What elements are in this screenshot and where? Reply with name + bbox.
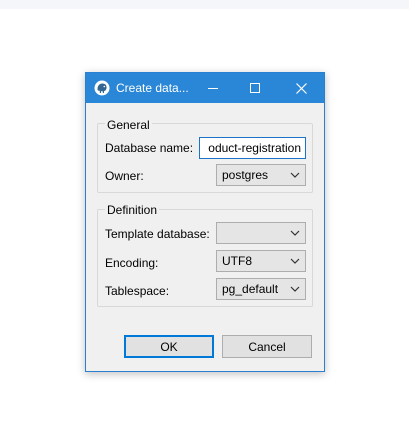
chevron-down-icon [290, 258, 300, 264]
encoding-value: UTF8 [222, 254, 252, 268]
owner-select[interactable]: postgres [216, 164, 306, 186]
encoding-select[interactable]: UTF8 [216, 250, 306, 272]
general-legend: General [105, 118, 152, 132]
tablespace-label: Tablespace: [105, 284, 170, 298]
cancel-button[interactable]: Cancel [222, 335, 312, 358]
minimize-icon [208, 88, 218, 89]
template-database-select[interactable] [216, 222, 306, 244]
desktop-top-strip [0, 0, 409, 9]
definition-legend: Definition [105, 203, 160, 217]
elephant-icon [94, 80, 110, 96]
tablespace-select[interactable]: pg_default [216, 278, 306, 300]
maximize-icon [250, 83, 260, 93]
title-bar[interactable]: Create data... [86, 73, 324, 103]
template-database-label: Template database: [105, 227, 210, 241]
minimize-button[interactable] [198, 73, 228, 103]
owner-value: postgres [222, 168, 269, 182]
maximize-button[interactable] [240, 73, 270, 103]
chevron-down-icon [290, 172, 300, 178]
close-button[interactable] [286, 73, 316, 103]
tablespace-value: pg_default [222, 282, 279, 296]
owner-label: Owner: [105, 169, 144, 183]
encoding-label: Encoding: [105, 256, 159, 270]
chevron-down-icon [290, 286, 300, 292]
create-database-dialog: Create data... General Database name: od… [85, 72, 325, 372]
ok-button[interactable]: OK [124, 335, 214, 358]
database-name-label: Database name: [105, 141, 194, 155]
close-icon [295, 82, 307, 94]
window-title: Create data... [116, 81, 189, 95]
chevron-down-icon [290, 230, 300, 236]
database-name-input[interactable]: oduct-registration [199, 137, 306, 159]
